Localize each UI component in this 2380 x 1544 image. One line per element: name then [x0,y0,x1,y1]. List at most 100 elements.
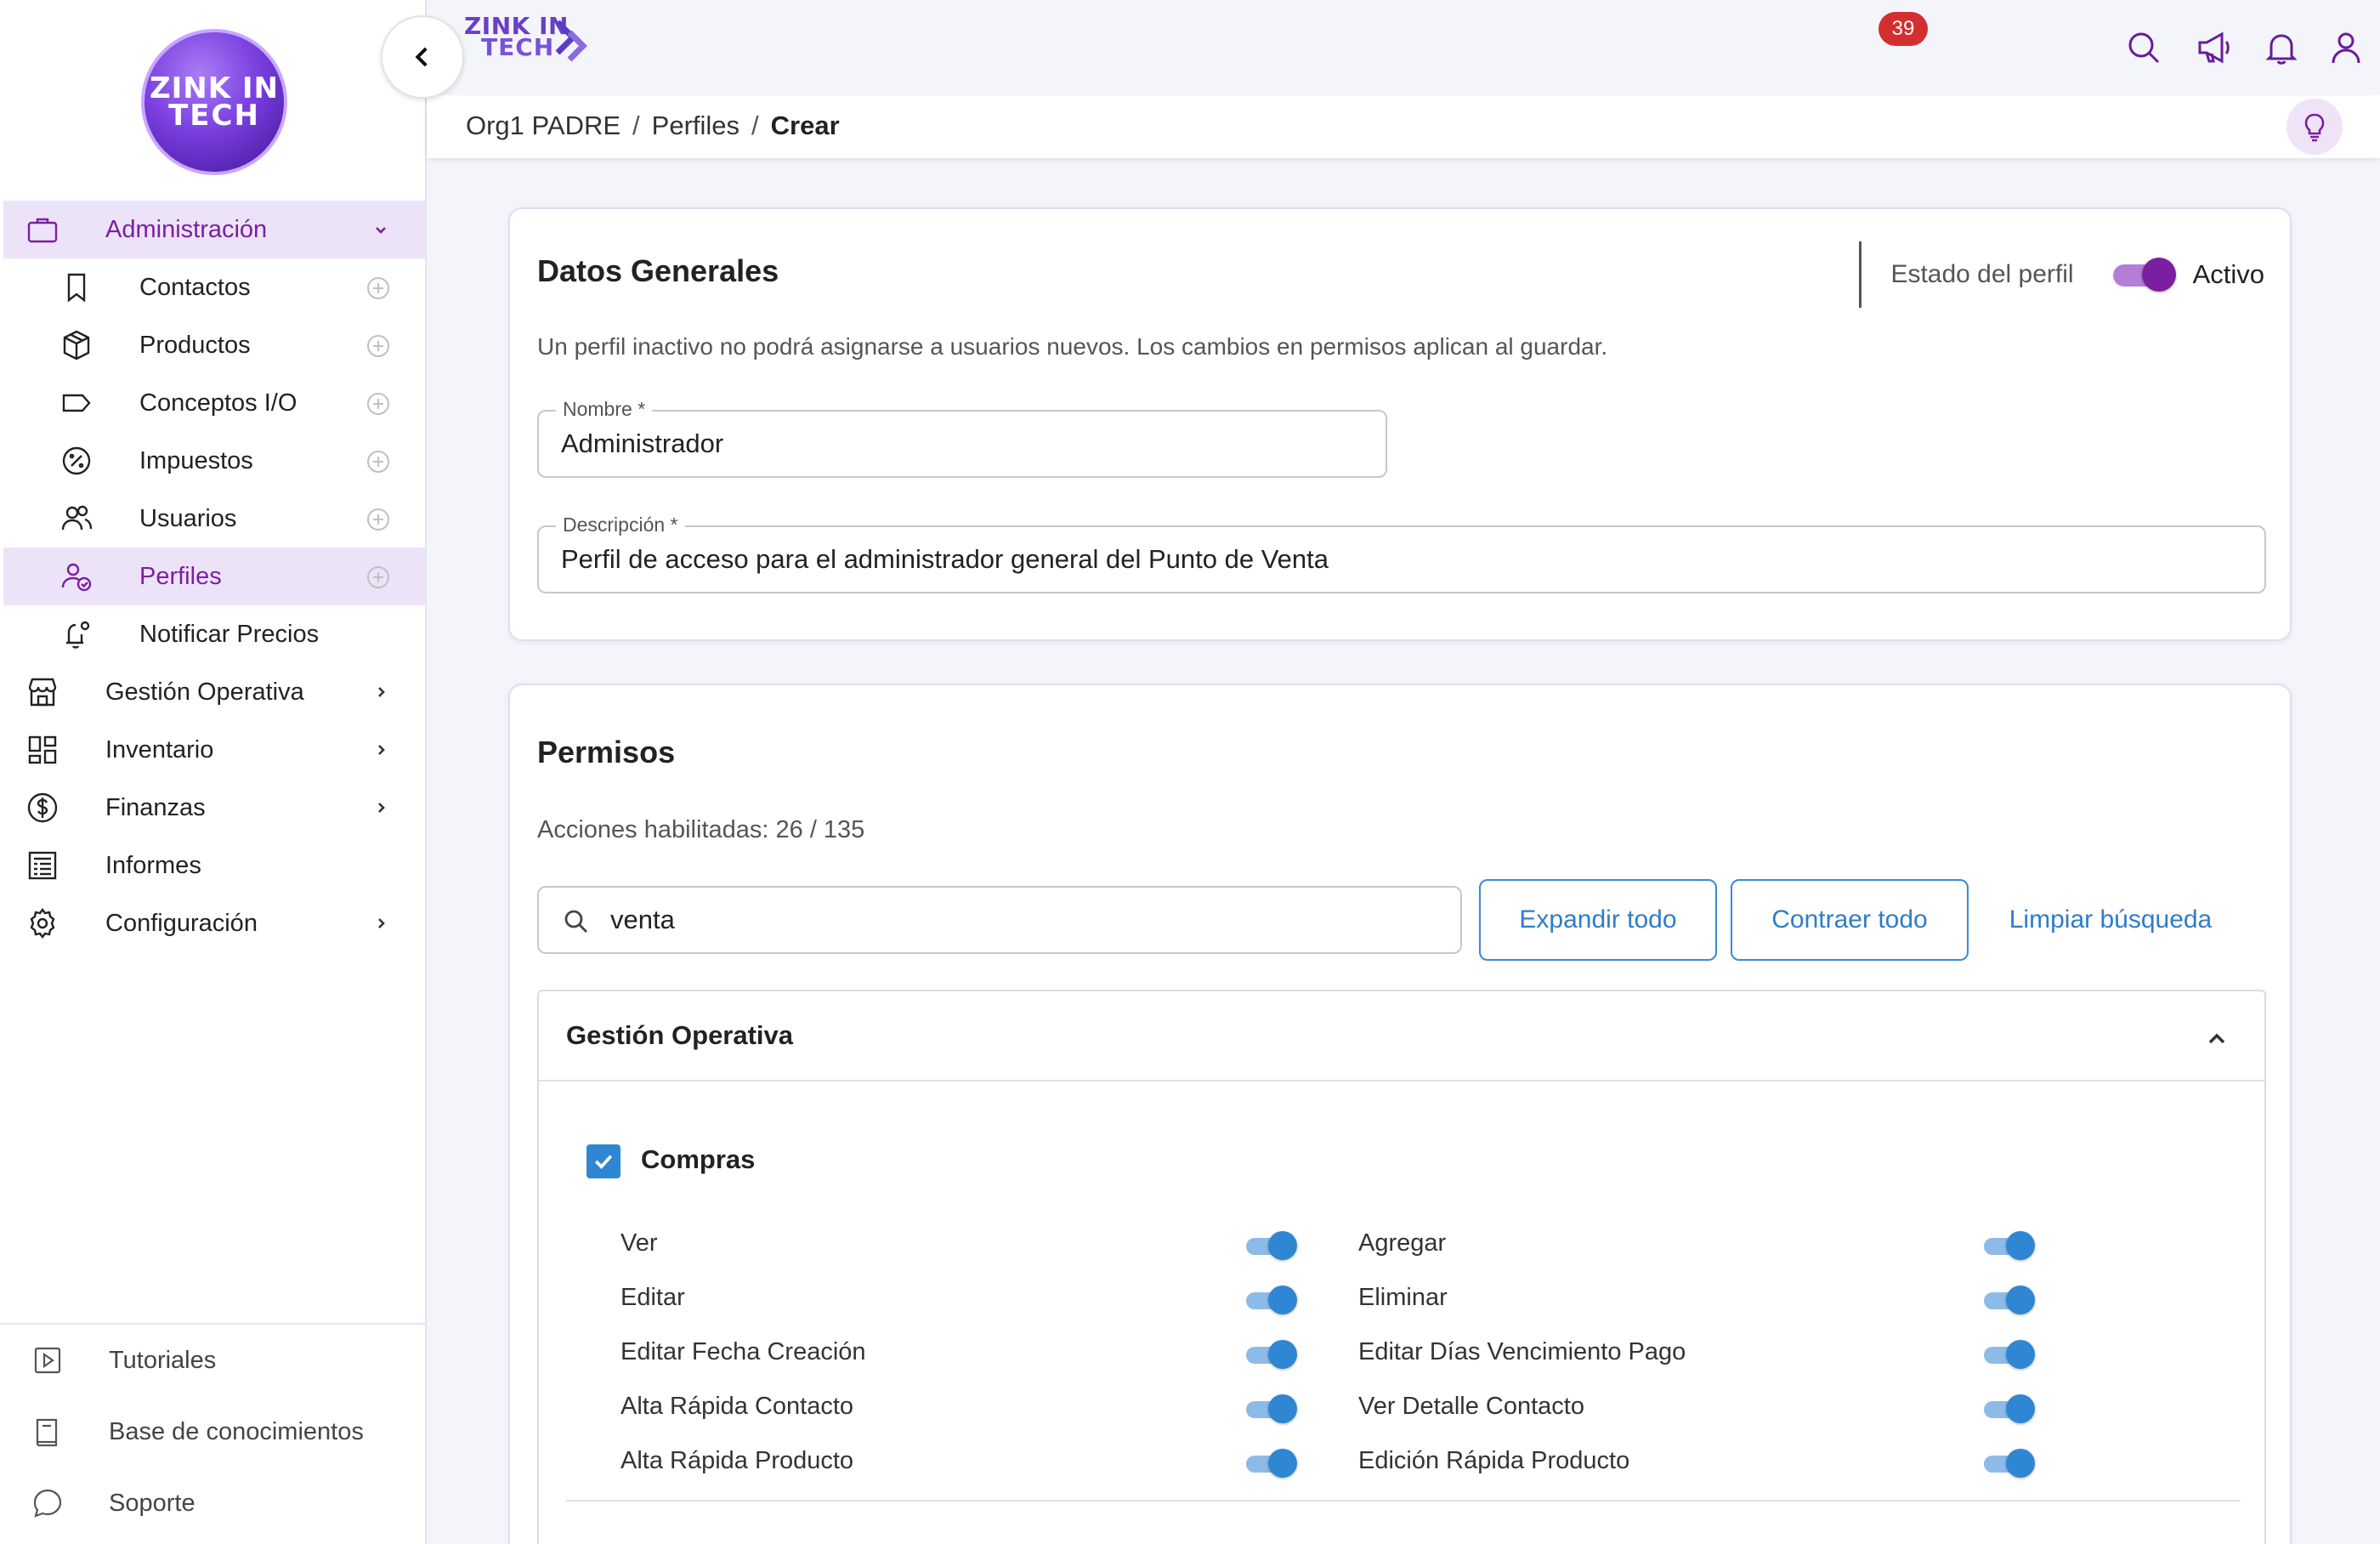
status-divider [1859,241,1862,308]
expand-all-button[interactable]: Expandir todo [1479,879,1717,961]
group-checkbox-compras[interactable] [586,1144,620,1178]
store-icon [28,678,57,707]
sidebar-item-configuracion[interactable]: Configuración [3,894,425,952]
sidebar-item-perfiles[interactable]: Perfiles [3,548,425,605]
description-input[interactable] [561,544,2252,575]
permission-toggle[interactable] [1984,1231,2035,1260]
sidebar-item-conceptos[interactable]: Conceptos I/O [3,374,425,432]
section-header[interactable]: Gestión Operativa [539,991,2264,1081]
sidebar-item-inventario[interactable]: Inventario [3,721,425,779]
permissions-card: Permisos Acciones habilitadas: 26 / 135 … [508,684,2292,1544]
permission-toggle[interactable] [1984,1286,2035,1314]
add-circle-icon[interactable] [366,275,391,301]
permission-toggle[interactable] [1246,1449,1297,1478]
permission-toggle[interactable] [1246,1340,1297,1369]
breadcrumb-current: Crear [770,111,840,140]
chevron-down-icon [376,227,386,234]
chevron-right-icon [378,745,385,755]
permission-toggle[interactable] [1246,1286,1297,1314]
status-value: Activo [2192,259,2264,289]
sidebar-item-label: Conceptos I/O [139,389,298,417]
general-data-card: Datos Generales Estado del perfil Activo… [508,207,2292,641]
add-circle-icon[interactable] [366,565,391,590]
breadcrumb-org[interactable]: Org1 PADRE [466,111,620,141]
gear-icon [30,908,55,939]
permission-label: Editar Fecha Creación [620,1338,866,1365]
permission-toggle[interactable] [1984,1340,2035,1369]
permission-toggle[interactable] [1984,1449,2035,1478]
collapse-sidebar-button[interactable] [381,15,464,99]
chat-icon [33,1489,62,1518]
tips-button[interactable] [2286,99,2343,155]
sidebar-item-informes[interactable]: Informes [3,837,425,894]
general-data-title: Datos Generales [537,253,779,288]
sidebar-item-label: Gestión Operativa [105,678,304,706]
user-icon[interactable] [2327,29,2365,66]
sidebar-item-label: Configuración [105,909,258,937]
permission-toggle[interactable] [1246,1394,1297,1423]
add-circle-icon[interactable] [366,391,391,417]
profile-status-toggle[interactable] [2112,258,2176,292]
sidebar-help-links: Tutoriales Base de conocimientos Soporte [0,1323,425,1539]
link-label: Tutoriales [109,1346,217,1374]
briefcase-icon [27,218,58,243]
search-icon[interactable] [2125,29,2162,66]
description-field-label: Descripción * [556,514,685,536]
permission-label: Agregar [1358,1229,1447,1257]
permission-label: Alta Rápida Producto [620,1447,854,1474]
check-icon [594,1155,613,1169]
permission-label: Alta Rápida Contacto [620,1393,854,1420]
add-circle-icon[interactable] [366,449,391,474]
sidebar-item-usuarios[interactable]: Usuarios [3,490,425,548]
add-circle-icon[interactable] [366,333,391,359]
topbar: ZINK IN TECH 39 [427,0,2380,95]
breadcrumb-separator: / [751,111,759,140]
play-icon [34,1347,61,1374]
sidebar-item-label: Administración [105,215,268,243]
breadcrumb-perfiles[interactable]: Perfiles [652,111,740,141]
name-input[interactable] [561,429,1374,459]
sidebar-item-label: Finanzas [105,793,206,821]
permissions-search-input[interactable] [610,905,1426,935]
profile-check-icon [61,563,92,592]
logo-line2: TECH [168,99,260,133]
bookmark-icon [67,273,86,303]
collapse-all-button[interactable]: Contraer todo [1731,879,1969,961]
clear-search-button[interactable]: Limpiar búsqueda [1987,879,2234,961]
sidebar-nav: Administración Contactos Productos Conce… [3,201,425,952]
sidebar-item-label: Contactos [139,273,251,301]
sidebar-item-administracion[interactable]: Administración [3,201,425,258]
brand-arrows-icon [555,20,587,62]
permission-section-gestion-operativa: Gestión Operativa Compras Ver Editar Edi… [537,990,2266,1544]
permission-toggle[interactable] [1984,1394,2035,1423]
chevron-up-icon [2208,1033,2225,1044]
sidebar-item-label: Notificar Precios [139,620,320,648]
name-field[interactable]: Nombre * [537,398,1387,478]
sidebar-item-productos[interactable]: Productos [3,316,425,374]
sidebar-item-finanzas[interactable]: Finanzas [3,779,425,837]
sidebar-item-contactos[interactable]: Contactos [3,258,425,316]
sidebar-item-impuestos[interactable]: Impuestos [3,432,425,490]
dollar-icon [27,792,58,823]
description-field[interactable]: Descripción * [537,514,2266,593]
add-circle-icon[interactable] [366,507,391,532]
sidebar-item-gestion-operativa[interactable]: Gestión Operativa [3,663,425,721]
breadcrumb-separator: / [632,111,640,140]
megaphone-icon[interactable] [2196,29,2234,66]
link-tutoriales[interactable]: Tutoriales [0,1325,425,1396]
bell-icon[interactable] [2263,29,2300,66]
link-soporte[interactable]: Soporte [0,1467,425,1539]
permissions-search[interactable] [537,886,1462,954]
permission-label: Ver [620,1229,658,1257]
percent-icon [62,446,91,475]
breadcrumb-bar: Org1 PADRE / Perfiles / Crear [427,95,2380,158]
link-base-conocimientos[interactable]: Base de conocimientos [0,1396,425,1467]
group-divider [566,1500,2241,1501]
chevron-right-icon [378,918,385,928]
brand-logo[interactable]: ZINK IN TECH [464,14,592,75]
permission-toggle[interactable] [1246,1231,1297,1260]
app-root: ZINK IN TECH Administración Contactos Pr… [0,0,2380,1544]
sidebar-item-label: Productos [139,331,251,359]
status-label: Estado del perfil [1890,260,2074,288]
sidebar-item-notificar-precios[interactable]: Notificar Precios [3,605,425,663]
